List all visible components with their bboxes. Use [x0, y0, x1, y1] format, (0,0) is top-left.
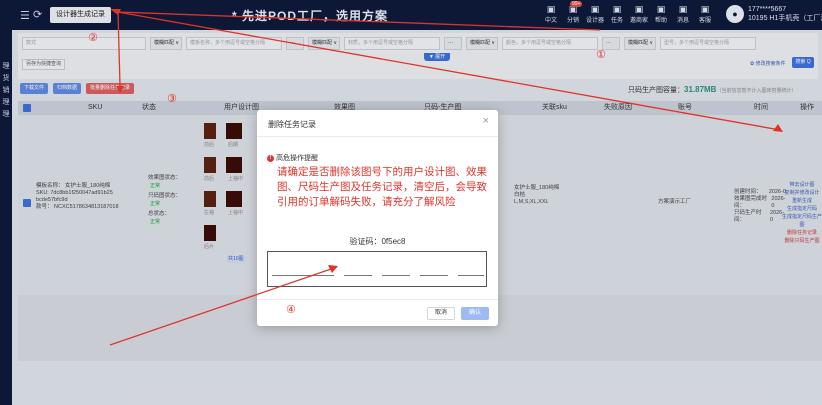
modal-title: 删除任务记录 [268, 120, 316, 129]
close-icon[interactable]: × [483, 115, 489, 127]
confirm-button[interactable]: 确认 [461, 307, 489, 320]
code-slot [344, 275, 372, 276]
warning-icon: ! [267, 154, 274, 162]
delete-task-modal: 删除任务记录 × ! 高危操作提醒 请确定是否删除该图号下的用户设计图、效果图、… [257, 110, 498, 326]
verify-code-input[interactable] [267, 251, 487, 287]
annotation-number: ③ [167, 93, 177, 105]
annotation-number: ② [88, 32, 98, 44]
code-slot [420, 275, 448, 276]
divider [257, 299, 498, 300]
code-slot [458, 275, 484, 276]
annotation-number: ④ [286, 304, 296, 316]
code-slot [382, 275, 410, 276]
warning-message: 请确定是否删除该图号下的用户设计图、效果图、尺码生产图及任务记录，清空后，会导致… [277, 166, 487, 208]
divider [257, 136, 498, 137]
warning-header: ! 高危操作提醒 [267, 153, 318, 163]
verify-code-label: 验证码：0f5ec8 [349, 237, 406, 246]
code-slot [272, 275, 334, 276]
warning-label: 高危操作提醒 [276, 155, 318, 162]
annotation-number: ① [596, 49, 606, 61]
cancel-button[interactable]: 取消 [427, 307, 455, 320]
